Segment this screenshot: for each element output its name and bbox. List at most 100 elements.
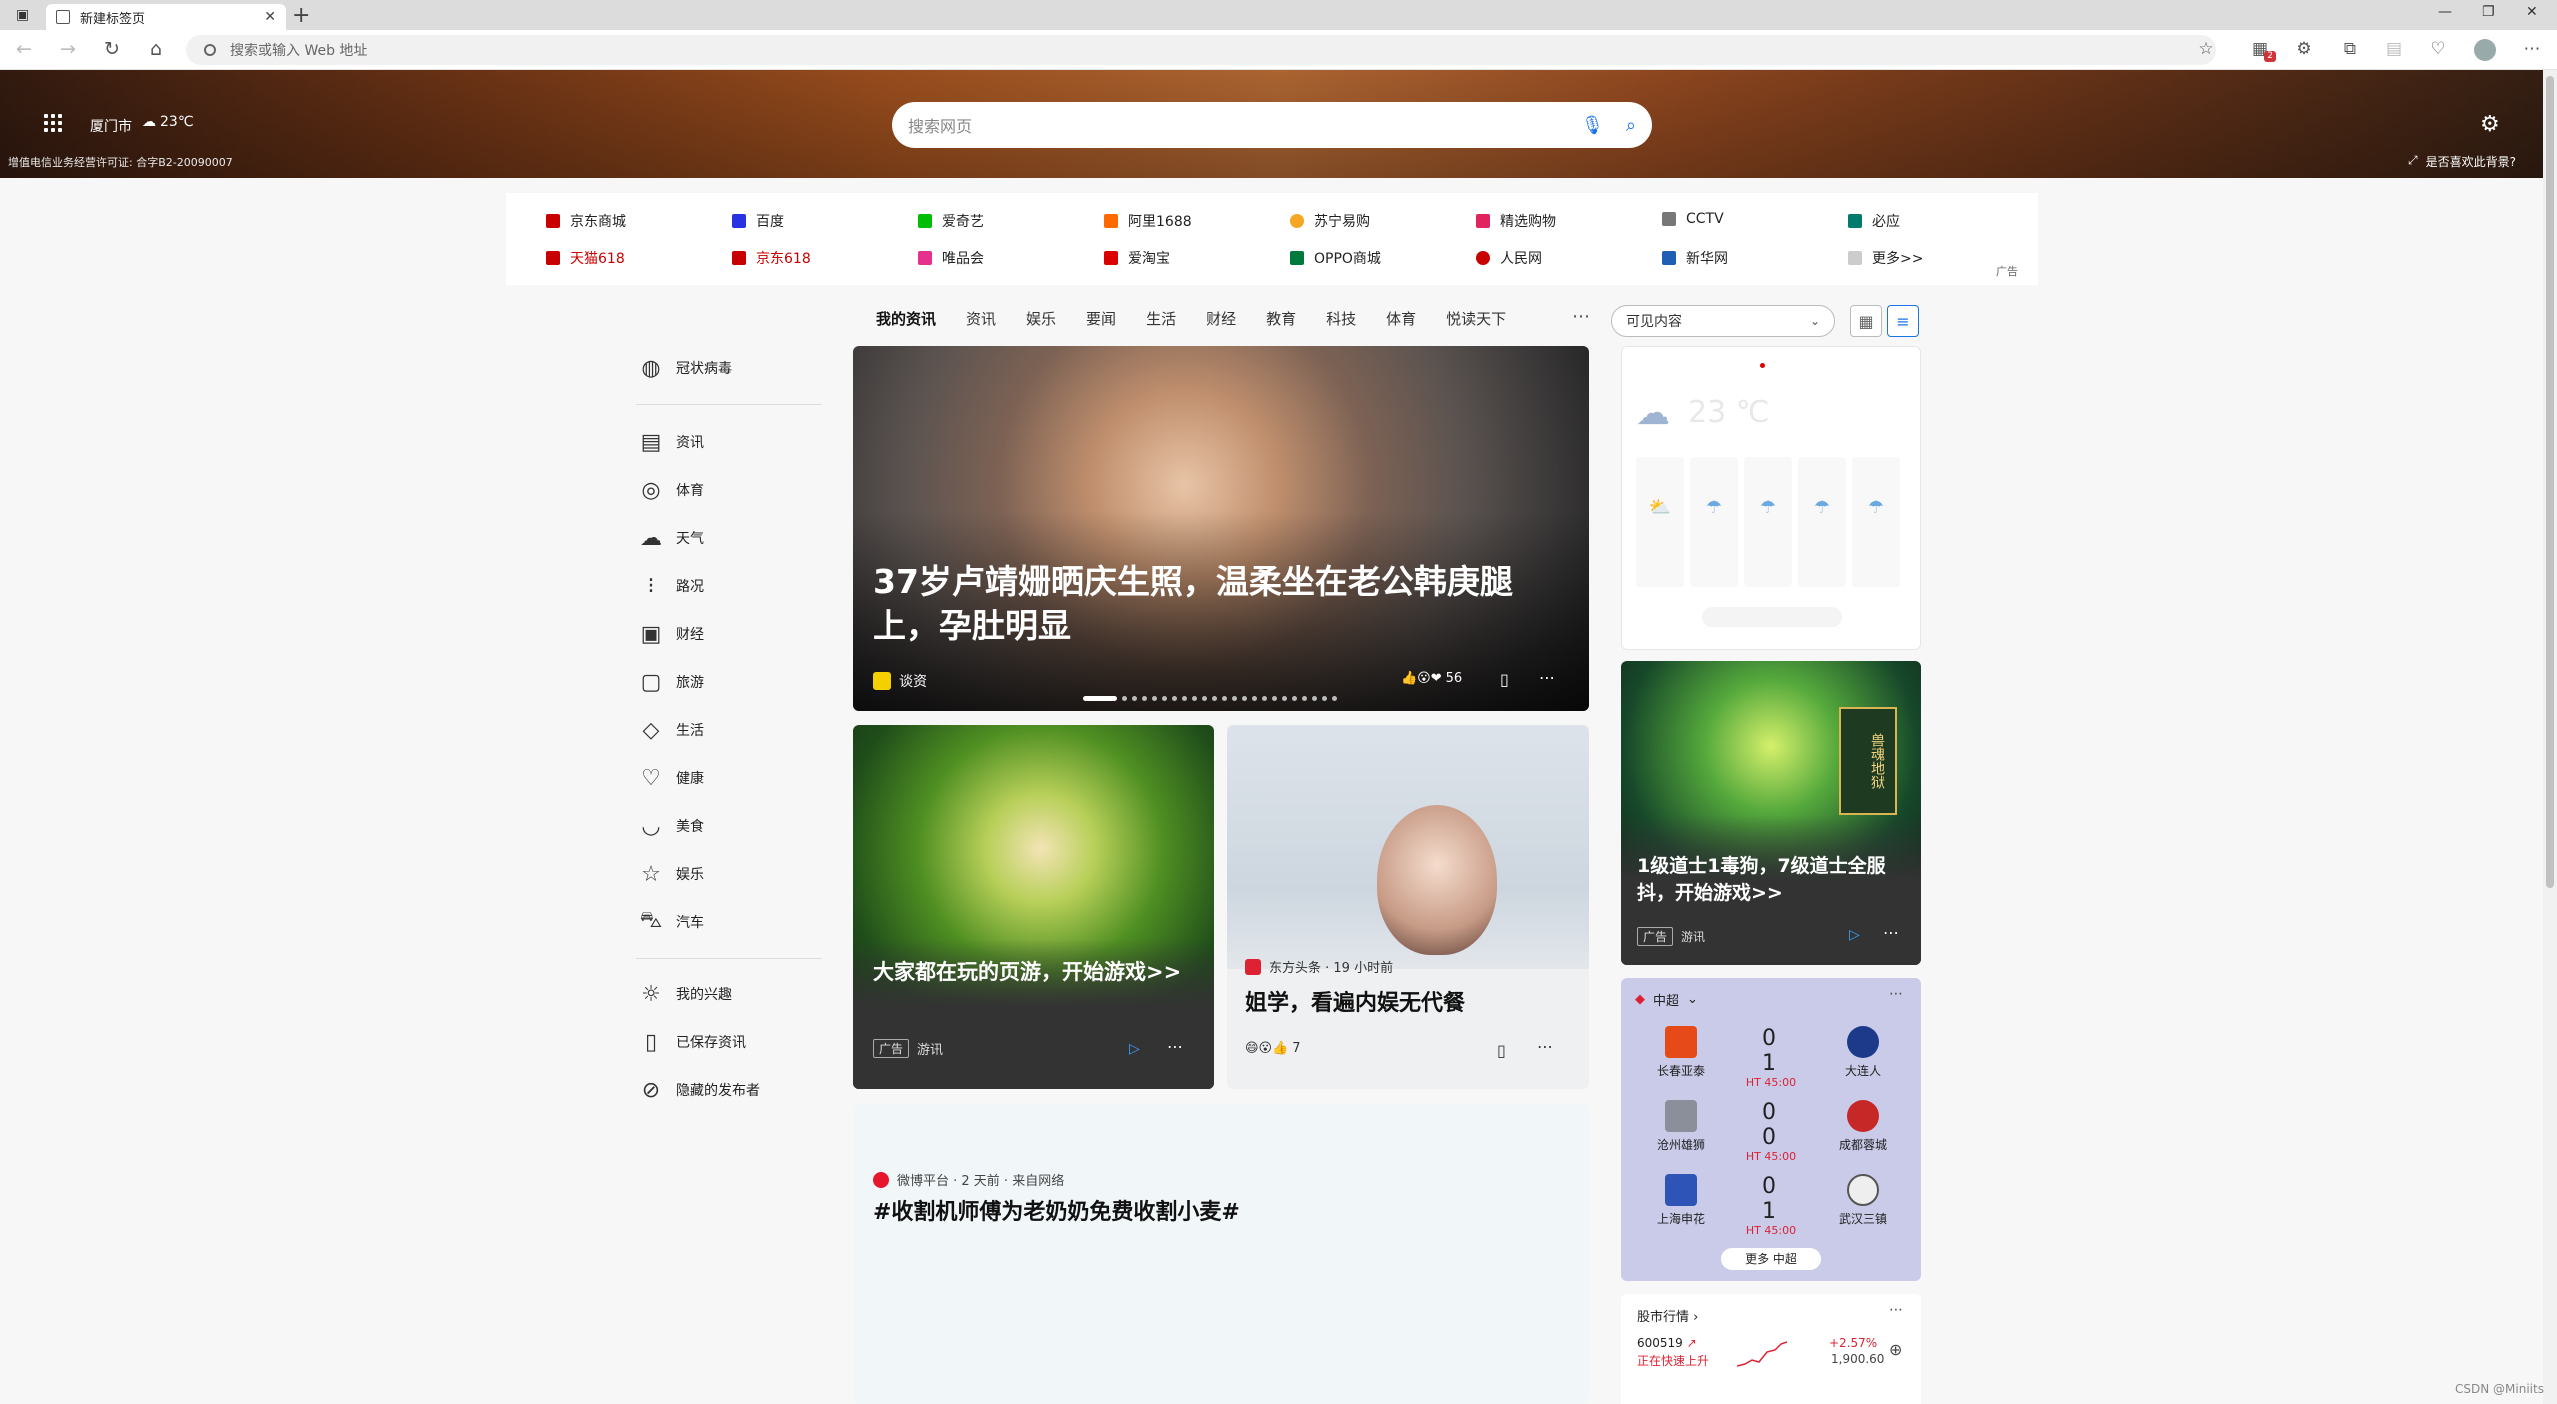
- back-icon[interactable]: ←: [16, 38, 32, 60]
- quick-link[interactable]: 人民网: [1476, 248, 1542, 268]
- forecast-day[interactable]: ☂: [1852, 457, 1900, 587]
- ad-game-card[interactable]: 大家都在玩的页游，开始游戏>> 广告 游讯 ▷ ⋯: [853, 725, 1214, 1089]
- split-screen-icon[interactable]: ⧉: [2340, 39, 2360, 59]
- weibo-card-title[interactable]: #收割机师傅为老奶奶免费收割小麦#: [873, 1198, 1240, 1228]
- quick-link[interactable]: 百度: [732, 211, 784, 231]
- add-icon[interactable]: ⊕: [1889, 1340, 1902, 1359]
- microphone-icon[interactable]: 🎙: [1581, 115, 1604, 136]
- profile-avatar[interactable]: [2474, 39, 2496, 61]
- tab-life[interactable]: 生活: [1146, 308, 1176, 329]
- settings-menu-icon[interactable]: ⋯: [2522, 39, 2542, 59]
- quick-link[interactable]: 精选购物: [1476, 211, 1556, 231]
- sports-score-card[interactable]: ◆ 中超 ⌄ ⋯ 长春亚泰 0 1 HT 45:00 大连人 沧州雄狮 0 0 HT…: [1621, 978, 1921, 1281]
- new-tab-button[interactable]: +: [292, 3, 310, 28]
- carousel-dots[interactable]: [1083, 696, 1337, 701]
- quick-link[interactable]: 爱淘宝: [1104, 248, 1170, 268]
- sidebar-item-travel[interactable]: ▢ 旅游: [636, 666, 704, 698]
- card-source[interactable]: 东方头条 · 19 小时前: [1245, 957, 1393, 976]
- sidebar-item-life[interactable]: ◇ 生活: [636, 714, 704, 746]
- home-icon[interactable]: ⌂: [150, 38, 162, 60]
- sidebar-item-food[interactable]: ◡ 美食: [636, 810, 704, 842]
- quick-link[interactable]: 京东商城: [546, 211, 626, 231]
- stock-card[interactable]: 股市行情 › ⋯ 600519 ↗ 正在快速上升 +2.57% 1,900.60…: [1621, 1294, 1921, 1404]
- content-visibility-select[interactable]: 可见内容 ⌄: [1611, 305, 1835, 337]
- tab-education[interactable]: 教育: [1266, 308, 1296, 329]
- tab-news[interactable]: 资讯: [966, 308, 996, 329]
- match-row[interactable]: 上海申花 0 1 HT 45:00 武汉三镇: [1621, 1174, 1921, 1237]
- hero-card-title[interactable]: 37岁卢靖姗晒庆生照，温柔坐在老公韩庚腿上，孕肚明显: [873, 560, 1553, 648]
- refresh-icon[interactable]: ↻: [104, 38, 120, 60]
- play-icon[interactable]: ▷: [1849, 927, 1860, 943]
- weibo-card[interactable]: 微博平台 · 2 天前 · 来自网络 #收割机师傅为老奶奶免费收割小麦#: [853, 1104, 1589, 1404]
- sidebar-item-traffic[interactable]: ⁝ 路况: [636, 570, 705, 602]
- quick-link[interactable]: 阿里1688: [1104, 211, 1192, 231]
- league-header[interactable]: ◆ 中超 ⌄: [1635, 990, 1698, 1009]
- ad-card-title[interactable]: 1级道士1毒狗，7级道士全服抖，开始游戏>>: [1637, 853, 1907, 907]
- reactions[interactable]: 😄😮👍 7: [1245, 1041, 1301, 1056]
- search-icon[interactable]: ⌕: [1626, 115, 1636, 136]
- forecast-day[interactable]: ☂: [1798, 457, 1846, 587]
- match-row[interactable]: 沧州雄狮 0 0 HT 45:00 成都蓉城: [1621, 1100, 1921, 1163]
- sidebar-item-news[interactable]: ▤ 资讯: [636, 426, 704, 458]
- favorite-star-icon[interactable]: ☆: [2196, 39, 2216, 59]
- more-options-icon[interactable]: ⋯: [1889, 986, 1903, 1002]
- tab-tech[interactable]: 科技: [1326, 308, 1356, 329]
- license-text[interactable]: 增值电信业务经营许可证: 合字B2-20090007: [8, 154, 233, 170]
- tab-finance[interactable]: 财经: [1206, 308, 1236, 329]
- reactions[interactable]: 👍😮❤ 56: [1401, 671, 1462, 686]
- forecast-day[interactable]: ☂: [1744, 457, 1792, 587]
- sidebar-item-health[interactable]: ♡ 健康: [636, 762, 704, 794]
- like-background-link[interactable]: ⤢ 是否喜欢此背景?: [2408, 153, 2516, 170]
- scrollbar[interactable]: [2543, 70, 2557, 1404]
- forecast-day[interactable]: ⛅: [1636, 457, 1684, 587]
- forward-icon[interactable]: →: [60, 38, 76, 60]
- tab-entertainment[interactable]: 娱乐: [1026, 308, 1056, 329]
- card-source[interactable]: 谈资: [873, 671, 927, 691]
- tab-headlines[interactable]: 要闻: [1086, 308, 1116, 329]
- game-card-title[interactable]: 大家都在玩的页游，开始游戏>>: [873, 957, 1193, 987]
- news-card[interactable]: 东方头条 · 19 小时前 姐学，看遍内娱无代餐 😄😮👍 7 ▯ ⋯: [1227, 725, 1589, 1089]
- quick-link[interactable]: 京东618: [732, 248, 811, 268]
- quick-link[interactable]: OPPO商城: [1290, 248, 1381, 268]
- more-league-button[interactable]: 更多 中超: [1721, 1248, 1821, 1270]
- close-tab-icon[interactable]: ✕: [264, 9, 276, 25]
- stock-card-title[interactable]: 股市行情 ›: [1637, 1306, 1698, 1325]
- tab-actions-icon[interactable]: ▣: [16, 7, 29, 23]
- more-options-icon[interactable]: ⋯: [1889, 1302, 1903, 1318]
- more-options-icon[interactable]: ⋯: [1537, 1037, 1553, 1056]
- sidebar-item-auto[interactable]: ⛍ 汽车: [636, 906, 704, 938]
- weather-more-button[interactable]: [1702, 607, 1842, 627]
- sidebar-item-hidden[interactable]: ⊘ 隐藏的发布者: [636, 1074, 760, 1106]
- tab-my-feed[interactable]: 我的资讯: [876, 308, 936, 329]
- extensions-icon[interactable]: ⚙: [2294, 39, 2314, 59]
- grid-view-button[interactable]: ▦: [1850, 305, 1882, 337]
- card-source[interactable]: 微博平台 · 2 天前 · 来自网络: [873, 1170, 1064, 1189]
- tab-sports[interactable]: 体育: [1386, 308, 1416, 329]
- search-input[interactable]: 搜索网页 🎙 ⌕: [892, 102, 1652, 148]
- match-row[interactable]: 长春亚泰 0 1 HT 45:00 大连人: [1621, 1026, 1921, 1089]
- quick-link[interactable]: 爱奇艺: [918, 211, 984, 231]
- bookmark-icon[interactable]: ▯: [1500, 670, 1509, 689]
- collections-icon[interactable]: ▦ 2: [2250, 39, 2276, 62]
- scrollbar-thumb[interactable]: [2546, 76, 2554, 888]
- quick-link[interactable]: CCTV: [1662, 211, 1724, 227]
- quick-link[interactable]: 新华网: [1662, 248, 1728, 268]
- browser-tab[interactable]: 新建标签页 ✕: [46, 4, 286, 30]
- browser-essentials-icon[interactable]: ♡: [2428, 39, 2448, 59]
- forecast-day[interactable]: ☂: [1690, 457, 1738, 587]
- minimize-icon[interactable]: —: [2438, 4, 2452, 20]
- sidebar-item-saved[interactable]: ▯ 已保存资讯: [636, 1026, 746, 1058]
- city-label[interactable]: 厦门市: [90, 116, 132, 136]
- ad-game-card[interactable]: 兽魂地狱 1级道士1毒狗，7级道士全服抖，开始游戏>> 广告 游讯 ▷ ⋯: [1621, 661, 1921, 965]
- sidebar-item-finance[interactable]: ▣ 财经: [636, 618, 704, 650]
- close-window-icon[interactable]: ✕: [2526, 4, 2538, 20]
- address-bar[interactable]: 搜索或输入 Web 地址: [186, 35, 2216, 65]
- more-options-icon[interactable]: ⋯: [1883, 923, 1899, 942]
- quick-link[interactable]: 天猫618: [546, 248, 625, 268]
- apps-grid-icon[interactable]: [44, 114, 62, 132]
- ent-card-title[interactable]: 姐学，看遍内娱无代餐: [1245, 989, 1565, 1019]
- weather-mini[interactable]: ☁ 23℃: [142, 114, 194, 130]
- sidebar-item-weather[interactable]: ☁ 天气: [636, 522, 704, 554]
- more-options-icon[interactable]: ⋯: [1167, 1037, 1183, 1056]
- favorites-icon[interactable]: ▤: [2384, 39, 2404, 59]
